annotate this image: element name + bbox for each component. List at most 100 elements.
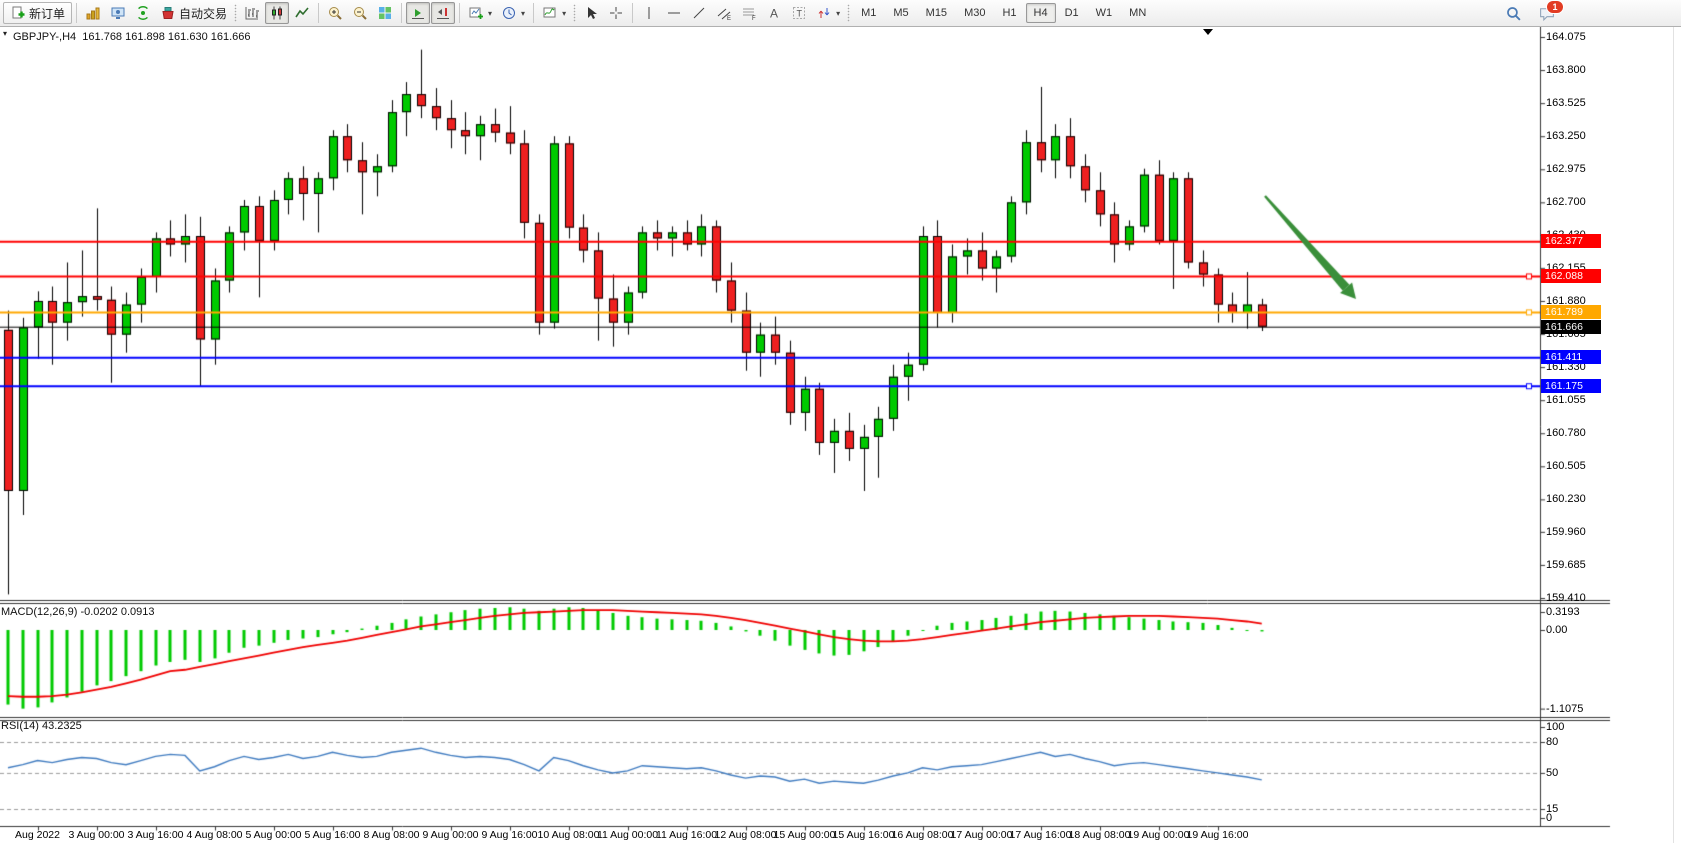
bar-chart-icon [244,5,260,21]
equidistant-channel-button[interactable]: E [712,2,736,24]
price-level-badge[interactable]: 161.175 [1541,379,1601,393]
chart-shift-marker[interactable] [1203,29,1213,35]
macd-label: MACD(12,26,9) -0.0202 0.0913 [1,606,154,618]
new-chart-icon [468,5,484,21]
new-chart-button[interactable]: ▾ [464,2,496,24]
dropdown-caret-icon: ▾ [488,9,492,18]
svg-text:A: A [770,7,778,21]
new-order-button[interactable]: 新订单 [3,2,72,24]
virtual-hosting-button[interactable] [106,2,130,24]
virtual-hosting-icon [110,5,126,21]
toolbar-separator [318,3,319,23]
chart-title: GBPJPY-,H4 161.768 161.898 161.630 161.6… [13,31,251,43]
equidistant-channel-icon: E [716,5,732,21]
vertical-line-icon [641,5,657,21]
toolbar-separator [401,3,402,23]
chart-canvas[interactable] [0,27,1681,843]
tile-windows-button[interactable] [373,2,397,24]
autotrading-icon [160,5,176,21]
horizontal-line-icon [666,5,682,21]
timeframe-M5[interactable]: M5 [885,3,916,23]
autotrading-label: 自动交易 [179,5,227,22]
zoom-in-button[interactable] [323,2,347,24]
fibonacci-icon: F [741,5,757,21]
text-label-icon: T [791,5,807,21]
line-chart-button[interactable] [290,2,314,24]
timeframe-D1[interactable]: D1 [1057,3,1087,23]
chart-shift-icon [435,5,451,21]
chart-shift-button[interactable] [431,2,455,24]
mt4-window: 新订单 自动交易 [0,0,1681,843]
toolbar-grip [573,4,576,22]
timeframe-M1[interactable]: M1 [853,3,884,23]
profiles-icon [85,5,101,21]
periods-button[interactable]: ▾ [497,2,529,24]
auto-scroll-icon [410,5,426,21]
search-icon [1505,5,1522,22]
timeframe-M15[interactable]: M15 [918,3,955,23]
new-order-label: 新订单 [29,5,65,22]
price-level-badge[interactable]: 161.411 [1541,350,1601,364]
toolbar-separator [632,3,633,23]
cursor-button[interactable] [579,2,603,24]
dropdown-caret-icon: ▾ [562,9,566,18]
autotrading-button[interactable]: 自动交易 [156,2,231,24]
tile-windows-icon [377,5,393,21]
text-button[interactable]: A [762,2,786,24]
cursor-icon [583,5,599,21]
toolbar-right-group: 1 [1501,2,1560,24]
price-level-badge[interactable]: 161.666 [1541,320,1601,334]
toolbar: 新订单 自动交易 [0,0,1681,27]
timeframe-H1[interactable]: H1 [994,3,1024,23]
toolbar-grip [847,4,850,22]
indicators-icon [542,5,558,21]
zoom-out-button[interactable] [348,2,372,24]
crosshair-icon [608,5,624,21]
candlestick-button[interactable] [265,2,289,24]
chart-menu-arrow-icon[interactable]: ▾ [3,29,7,38]
zoom-out-icon [352,5,368,21]
svg-text:T: T [797,9,803,19]
periods-clock-icon [501,5,517,21]
auto-scroll-button[interactable] [406,2,430,24]
toolbar-separator [459,3,460,23]
timeframe-W1[interactable]: W1 [1088,3,1121,23]
price-level-badge[interactable]: 161.789 [1541,305,1601,319]
text-icon: A [766,5,782,21]
candlestick-icon [269,5,285,21]
toolbar-separator [76,3,77,23]
dropdown-caret-icon: ▾ [521,9,525,18]
profiles-button[interactable] [81,2,105,24]
svg-text:F: F [752,16,756,21]
timeframe-MN[interactable]: MN [1121,3,1154,23]
search-button[interactable] [1501,2,1526,24]
notification-badge: 1 [1546,0,1564,14]
indicators-button[interactable]: ▾ [538,2,570,24]
notifications-button[interactable]: 1 [1534,2,1560,24]
toolbar-grip [234,4,237,22]
rsi-label: RSI(14) 43.2325 [1,720,82,732]
arrows-icon [816,5,832,21]
vertical-line-button[interactable] [637,2,661,24]
trendline-icon [691,5,707,21]
timeframe-M30[interactable]: M30 [956,3,993,23]
svg-text:E: E [727,16,731,21]
dropdown-caret-icon: ▾ [836,9,840,18]
timeframe-group: M1M5M15M30H1H4D1W1MN [853,3,1154,23]
text-label-button[interactable]: T [787,2,811,24]
arrows-button[interactable]: ▾ [812,2,844,24]
bar-chart-button[interactable] [240,2,264,24]
price-level-badge[interactable]: 162.377 [1541,234,1601,248]
trendline-button[interactable] [687,2,711,24]
line-chart-icon [294,5,310,21]
timeframe-H4[interactable]: H4 [1026,3,1056,23]
signals-button[interactable] [131,2,155,24]
new-order-icon [10,5,26,21]
crosshair-button[interactable] [604,2,628,24]
price-level-badge[interactable]: 162.088 [1541,269,1601,283]
zoom-in-icon [327,5,343,21]
right-edge-divider [1673,27,1674,843]
fibonacci-button[interactable]: F [737,2,761,24]
signals-icon [135,5,151,21]
horizontal-line-button[interactable] [662,2,686,24]
